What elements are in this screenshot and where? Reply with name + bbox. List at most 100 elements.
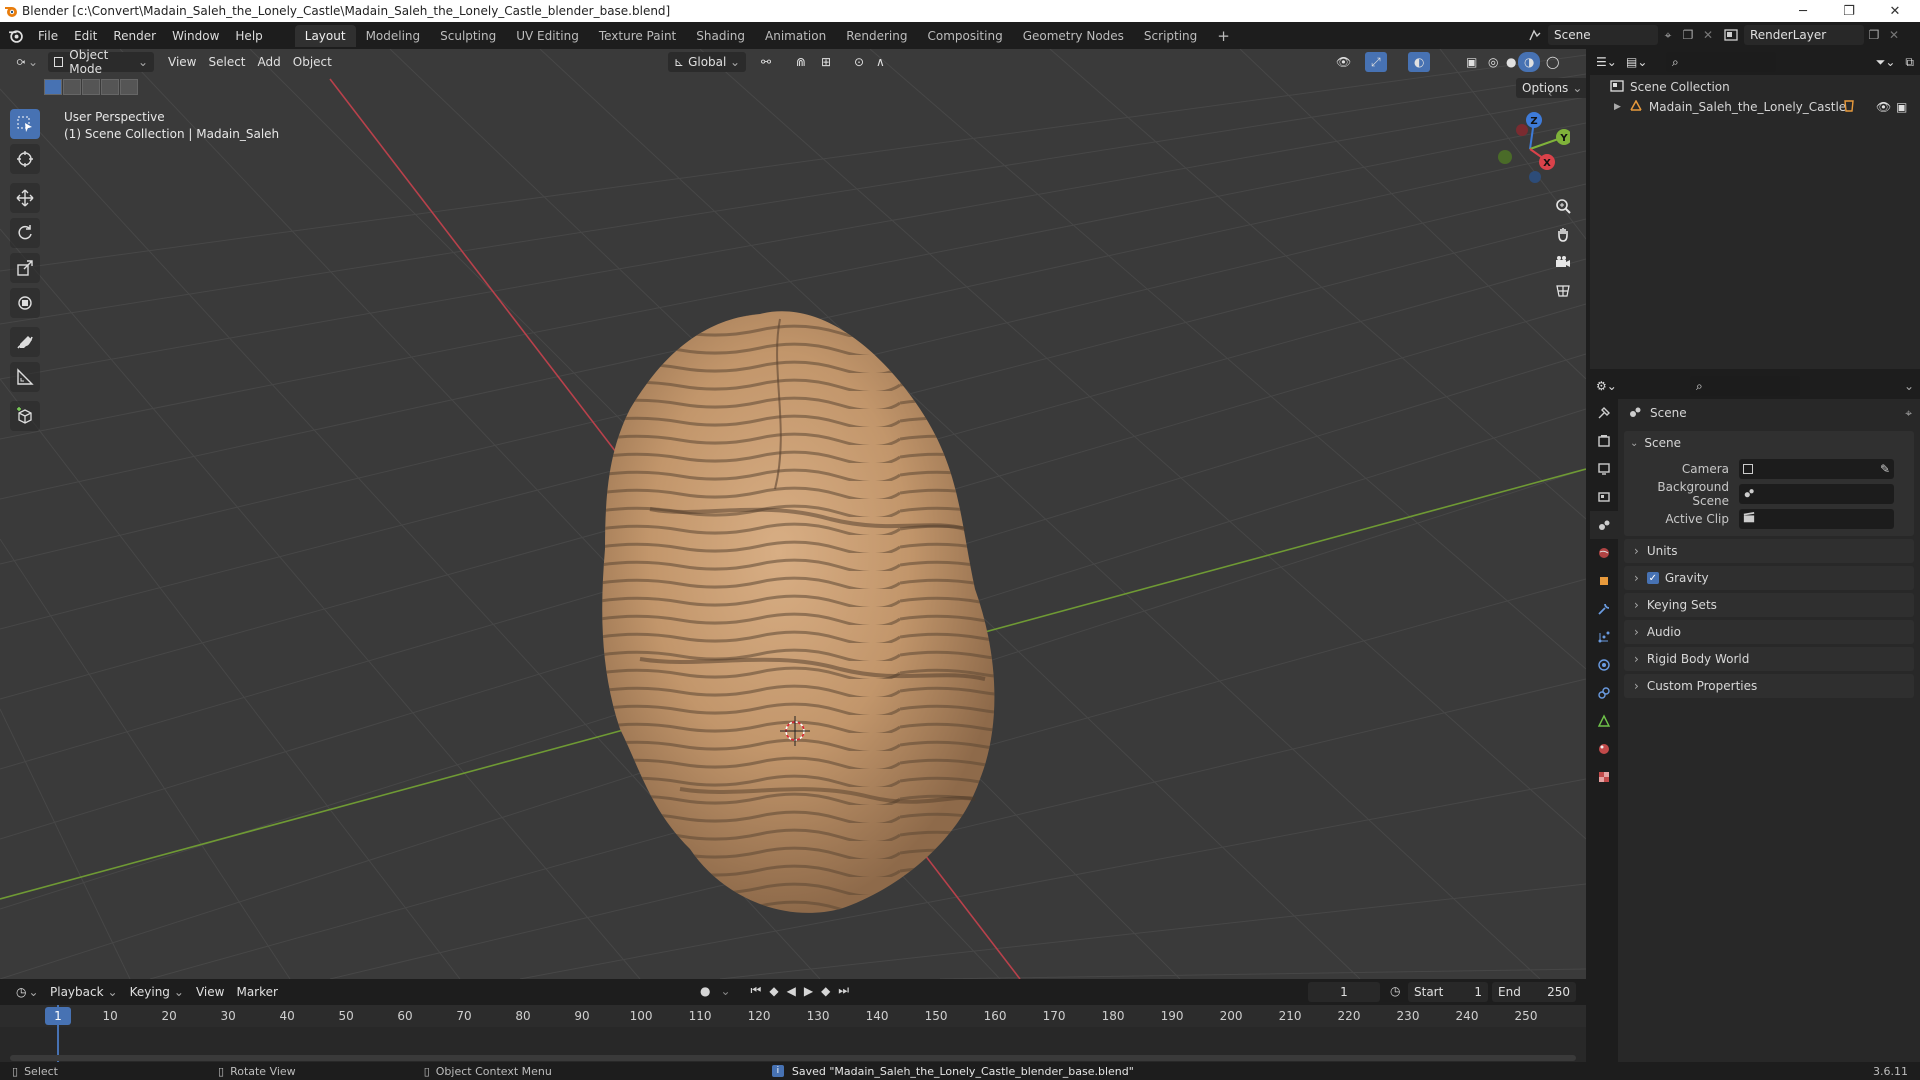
- keying-chevron-icon[interactable]: ⌄: [720, 984, 730, 998]
- minimize-button[interactable]: ─: [1780, 0, 1826, 22]
- tab-texture-paint[interactable]: Texture Paint: [589, 25, 686, 47]
- playhead-frame-label[interactable]: 1: [45, 1007, 71, 1025]
- proportional-edit-icon[interactable]: ⊙: [848, 52, 870, 72]
- play-reverse-icon[interactable]: ◀: [787, 984, 796, 998]
- select-new-icon[interactable]: [44, 79, 62, 95]
- play-icon[interactable]: ▶: [804, 984, 813, 998]
- neg-x-handle[interactable]: [1516, 124, 1528, 136]
- background-scene-field[interactable]: [1739, 484, 1894, 504]
- rock-object[interactable]: [602, 311, 995, 913]
- scene-browse-icon[interactable]: [1522, 25, 1548, 45]
- record-icon[interactable]: ●: [700, 984, 710, 998]
- neg-y-handle[interactable]: [1498, 150, 1512, 164]
- visibility-icon[interactable]: 👁: [1330, 52, 1357, 72]
- render-camera-icon[interactable]: ▣: [1896, 100, 1907, 114]
- renderlayer-selector[interactable]: RenderLayer: [1744, 25, 1864, 45]
- render-tab-icon[interactable]: [1590, 427, 1618, 455]
- camera-field[interactable]: ✎: [1739, 459, 1894, 479]
- rotate-tool-icon[interactable]: [10, 218, 40, 248]
- timeline-menu-marker[interactable]: Marker: [230, 982, 283, 1002]
- tab-modeling[interactable]: Modeling: [356, 25, 431, 47]
- jump-end-icon[interactable]: ⏭: [838, 983, 849, 998]
- snap-target-icon[interactable]: ⊞: [815, 52, 837, 72]
- timeline-menu-playback[interactable]: Playback ⌄: [44, 982, 124, 1002]
- audio-panel[interactable]: › Audio: [1624, 620, 1914, 644]
- output-tab-icon[interactable]: [1590, 455, 1618, 483]
- units-panel[interactable]: › Units: [1624, 539, 1914, 563]
- eye-visibility-icon[interactable]: 👁: [1876, 100, 1891, 114]
- tab-animation[interactable]: Animation: [755, 25, 836, 47]
- viewport-menu-select[interactable]: Select: [202, 52, 251, 72]
- pin-icon[interactable]: ⌖: [1905, 406, 1912, 421]
- ortho-toggle-icon[interactable]: [1549, 276, 1577, 304]
- new-layer-icon[interactable]: ❐: [1864, 28, 1884, 42]
- gizmo-toggle-icon[interactable]: ⤢: [1365, 52, 1387, 72]
- tab-shading[interactable]: Shading: [686, 25, 755, 47]
- select-invert-icon[interactable]: [101, 79, 119, 95]
- tab-sculpting[interactable]: Sculpting: [430, 25, 506, 47]
- transform-tool-icon[interactable]: [10, 288, 40, 318]
- shading-rendered-icon[interactable]: ◯: [1540, 52, 1565, 72]
- prev-keyframe-icon[interactable]: ◆: [769, 984, 778, 998]
- snap-icon[interactable]: ⋒: [790, 52, 812, 72]
- timeline-scrollbar[interactable]: [10, 1055, 1576, 1061]
- view-layer-icon[interactable]: [1718, 25, 1744, 45]
- sidebar-toggle-icon[interactable]: ‹: [1548, 87, 1552, 100]
- rigid-body-world-panel[interactable]: › Rigid Body World: [1624, 647, 1914, 671]
- pivot-point-icon[interactable]: ⚯: [755, 52, 777, 72]
- annotate-tool-icon[interactable]: [10, 327, 40, 357]
- remove-scene-icon[interactable]: ✕: [1698, 28, 1718, 42]
- menu-render[interactable]: Render: [105, 25, 164, 47]
- texture-tab-icon[interactable]: [1590, 763, 1618, 791]
- tab-compositing[interactable]: Compositing: [917, 25, 1012, 47]
- cursor-tool-icon[interactable]: [10, 144, 40, 174]
- viewport-menu-view[interactable]: View: [162, 52, 202, 72]
- outliner-root-row[interactable]: Scene Collection: [1590, 77, 1920, 97]
- blender-menu-icon[interactable]: [0, 25, 30, 47]
- menu-file[interactable]: File: [30, 25, 66, 47]
- display-mode-icon[interactable]: ▤⌄: [1626, 55, 1656, 69]
- view-layer-tab-icon[interactable]: [1590, 483, 1618, 511]
- editor-type-icon[interactable]: ⌄: [10, 52, 44, 72]
- tab-uv-editing[interactable]: UV Editing: [506, 25, 589, 47]
- maximize-button[interactable]: ❐: [1826, 0, 1872, 22]
- data-tab-icon[interactable]: [1590, 707, 1618, 735]
- xray-icon[interactable]: ▣: [1460, 52, 1483, 72]
- expand-arrow-icon[interactable]: ▶: [1614, 102, 1621, 112]
- move-tool-icon[interactable]: [10, 183, 40, 213]
- object-data-icon[interactable]: [1842, 99, 1856, 116]
- overlay-toggle-icon[interactable]: ◐: [1408, 52, 1431, 72]
- falloff-icon[interactable]: ∧: [870, 52, 891, 72]
- timeline-editor-type-icon[interactable]: ◷ ⌄: [10, 982, 44, 1002]
- scene-panel-header[interactable]: ⌄ Scene: [1624, 431, 1914, 455]
- current-frame-field[interactable]: 1: [1308, 982, 1380, 1002]
- chevron-down-icon[interactable]: ⌄: [1904, 379, 1914, 393]
- object-tab-icon[interactable]: [1590, 567, 1618, 595]
- gravity-panel[interactable]: › ✓ Gravity: [1624, 566, 1914, 590]
- gravity-checkbox[interactable]: ✓: [1646, 572, 1659, 584]
- properties-editor-type-icon[interactable]: ⚙⌄: [1596, 379, 1626, 393]
- constraints-tab-icon[interactable]: [1590, 679, 1618, 707]
- eyedropper-icon[interactable]: ✎: [1880, 462, 1890, 476]
- pin-icon[interactable]: ⌖: [1658, 28, 1678, 43]
- outliner-editor-type-icon[interactable]: ☰⌄: [1596, 55, 1626, 69]
- tab-scripting[interactable]: Scripting: [1134, 25, 1207, 47]
- keying-sets-panel[interactable]: › Keying Sets: [1624, 593, 1914, 617]
- timeline-ruler[interactable]: 1102030405060708090100110120130140150160…: [0, 1005, 1586, 1027]
- camera-view-icon[interactable]: [1549, 248, 1577, 276]
- mode-selector[interactable]: Object Mode ⌄: [48, 49, 154, 76]
- preview-range-icon[interactable]: ◷: [1390, 984, 1400, 998]
- outliner-search-input[interactable]: ⌕: [1666, 52, 1776, 72]
- select-intersect-icon[interactable]: [120, 79, 138, 95]
- neg-z-handle[interactable]: [1529, 171, 1541, 183]
- remove-layer-icon[interactable]: ✕: [1884, 28, 1904, 42]
- jump-start-icon[interactable]: ⏮: [751, 983, 762, 998]
- material-tab-icon[interactable]: [1590, 735, 1618, 763]
- add-workspace-button[interactable]: +: [1207, 25, 1240, 47]
- tab-layout[interactable]: Layout: [294, 24, 356, 47]
- end-frame-field[interactable]: End 250: [1492, 982, 1576, 1002]
- world-tab-icon[interactable]: [1590, 539, 1618, 567]
- outliner-item[interactable]: ▶ Madain_Saleh_the_Lonely_Castle 👁 ▣: [1590, 97, 1920, 117]
- modifier-tab-icon[interactable]: [1590, 595, 1618, 623]
- tool-tab-icon[interactable]: [1590, 399, 1618, 427]
